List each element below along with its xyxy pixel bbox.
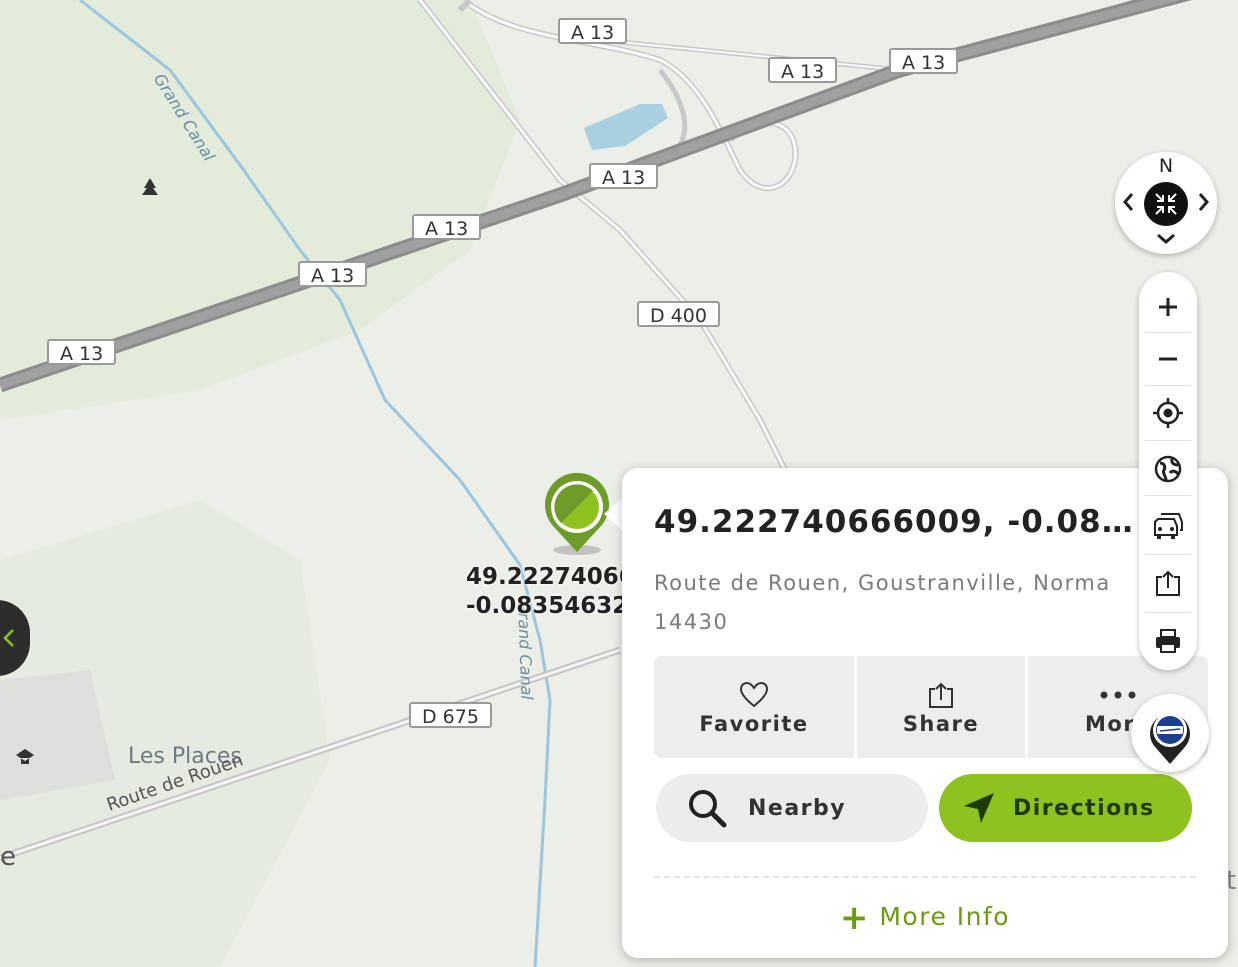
print-button[interactable] <box>1139 614 1197 668</box>
address-line: Route de Rouen, Goustranville, Norma <box>654 571 1111 595</box>
zoom-in-icon <box>1159 298 1177 316</box>
directions-label: Directions <box>1013 795 1155 821</box>
globe-button[interactable] <box>1139 442 1197 496</box>
nearby-button[interactable]: Nearby <box>656 774 928 842</box>
pin-coordinates-label: 49.22274066 -0.08354632 <box>466 563 635 621</box>
hotel-poi-button[interactable] <box>1131 694 1209 772</box>
address-postal: 14430 <box>654 610 729 634</box>
water-body <box>584 104 668 150</box>
popup-pointer <box>604 496 624 532</box>
road-shield: A 13 <box>298 261 368 287</box>
popup-address: Route de Rouen, Goustranville, Norma 144… <box>654 564 1139 642</box>
map-toolbar <box>1139 272 1197 670</box>
road-shield: A 13 <box>889 48 959 74</box>
road-shield: A 13 <box>768 57 838 83</box>
road-shield: D 400 <box>637 301 720 327</box>
zoom-in-button[interactable] <box>1139 280 1197 334</box>
share-icon <box>1156 570 1180 596</box>
ramp <box>457 0 799 192</box>
road-shield: A 13 <box>47 339 117 365</box>
share-icon <box>928 678 954 712</box>
favorite-button[interactable]: Favorite <box>654 656 854 758</box>
toolbar-separator <box>1145 495 1191 496</box>
favorite-label: Favorite <box>699 712 809 736</box>
export-button[interactable] <box>1139 556 1197 610</box>
minor-road <box>418 0 792 481</box>
traffic-icon <box>1154 513 1183 539</box>
traffic-button[interactable] <box>1139 498 1197 552</box>
navigation-arrow-icon <box>961 790 997 826</box>
road-shield: A 13 <box>589 163 659 189</box>
chevron-left-icon <box>3 629 14 647</box>
heart-icon <box>739 678 769 712</box>
popup-actions: Favorite Share More <box>654 656 1208 758</box>
toolbar-separator <box>1145 612 1191 613</box>
popup-title: 49.222740666009, -0.0835... <box>654 504 1144 540</box>
zoom-out-icon <box>1159 357 1177 361</box>
recenter-button[interactable] <box>1144 182 1188 226</box>
globe-icon <box>1154 455 1182 483</box>
road-shield: A 13 <box>412 214 482 240</box>
toolbar-separator <box>1145 440 1191 441</box>
share-label: Share <box>902 712 980 736</box>
road-shield: D 675 <box>409 702 492 728</box>
pin-lon-text: -0.08354632 <box>466 593 629 619</box>
more-info-link[interactable]: + More Info <box>622 898 1228 938</box>
directions-button[interactable]: Directions <box>939 774 1192 842</box>
road-shield: A 13 <box>558 18 628 44</box>
print-icon <box>1156 629 1180 653</box>
plus-icon: + <box>839 898 870 938</box>
zoom-out-button[interactable] <box>1139 332 1197 386</box>
locate-button[interactable] <box>1139 386 1197 440</box>
pin-lat-text: 49.22274066 <box>466 564 635 590</box>
locate-icon <box>1153 398 1183 428</box>
nearby-label: Nearby <box>748 795 847 821</box>
share-button[interactable]: Share <box>857 656 1025 758</box>
compass-control[interactable]: N <box>1115 152 1217 254</box>
collapse-arrows-icon <box>1155 193 1177 215</box>
more-info-label: More Info <box>879 902 1011 931</box>
hotel-brand-icon <box>1150 713 1190 764</box>
location-pin[interactable] <box>544 472 609 555</box>
toolbar-separator <box>1145 554 1191 555</box>
search-icon <box>686 787 728 829</box>
place-label-edge: e <box>0 842 16 872</box>
popup-divider <box>654 876 1196 878</box>
